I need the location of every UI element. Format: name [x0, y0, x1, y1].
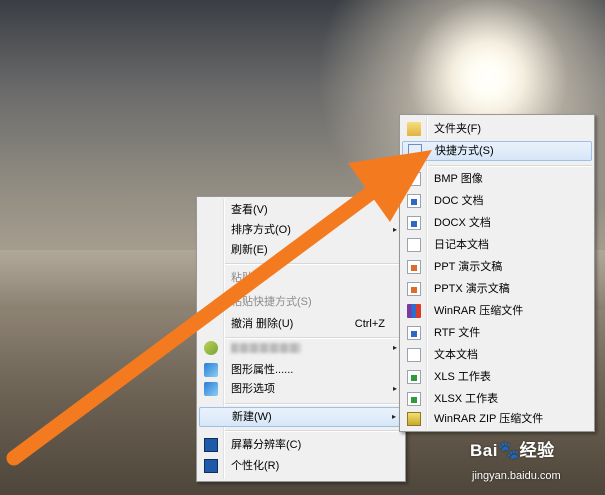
menu-item-sort-by[interactable]: 排序方式(O) ▸ — [199, 220, 403, 240]
menu-item-screen-resolution[interactable]: 屏幕分辨率(C) — [199, 435, 403, 455]
new-item-folder[interactable]: 文件夹(F) — [402, 119, 592, 139]
blurred-label — [231, 343, 301, 353]
baidu-jingyan-watermark: Bai🐾经验 jingyan.baidu.com — [470, 436, 600, 492]
journal-icon — [407, 238, 421, 252]
new-item-winrar[interactable]: WinRAR 压缩文件 — [402, 301, 592, 321]
rtf-icon — [407, 326, 421, 340]
doc-icon — [407, 194, 421, 208]
menu-item-undo-delete[interactable]: 撤消 删除(U) Ctrl+Z — [199, 314, 403, 334]
menu-item-view[interactable]: 查看(V) ▸ — [199, 200, 403, 220]
personalize-icon — [204, 459, 218, 473]
new-item-pptx[interactable]: PPTX 演示文稿 — [402, 279, 592, 299]
menu-item-new[interactable]: 新建(W) ▸ — [199, 407, 403, 427]
shortcut-text: Ctrl+Z — [354, 318, 385, 330]
menu-separator — [428, 165, 592, 167]
new-submenu: 文件夹(F) 快捷方式(S) BMP 图像 DOC 文档 DOCX 文档 日记本… — [399, 114, 595, 432]
bmp-icon — [407, 172, 421, 186]
graphics-properties-icon — [204, 363, 218, 377]
new-item-text[interactable]: 文本文档 — [402, 345, 592, 365]
pptx-icon — [407, 282, 421, 296]
new-item-doc[interactable]: DOC 文档 — [402, 191, 592, 211]
submenu-arrow-icon: ▸ — [392, 225, 397, 234]
new-item-shortcut[interactable]: 快捷方式(S) — [402, 141, 592, 161]
zip-icon — [407, 412, 421, 426]
menu-item-blurred[interactable]: ▸ — [199, 338, 403, 358]
menu-separator — [225, 263, 403, 265]
xlsx-icon — [407, 392, 421, 406]
menu-item-graphics-properties[interactable]: 图形属性...... — [199, 360, 403, 380]
shortcut-icon — [408, 144, 422, 158]
submenu-arrow-icon: ▸ — [392, 384, 397, 393]
menu-item-graphics-options[interactable]: 图形选项 ▸ — [199, 379, 403, 399]
xls-icon — [407, 370, 421, 384]
menu-separator — [225, 403, 403, 405]
txt-icon — [407, 348, 421, 362]
new-item-rtf[interactable]: RTF 文件 — [402, 323, 592, 343]
new-item-journal[interactable]: 日记本文档 — [402, 235, 592, 255]
submenu-arrow-icon: ▸ — [391, 412, 396, 421]
new-item-xls[interactable]: XLS 工作表 — [402, 367, 592, 387]
folder-icon — [407, 122, 421, 136]
new-item-xlsx[interactable]: XLSX 工作表 — [402, 389, 592, 409]
graphics-options-icon — [204, 382, 218, 396]
docx-icon — [407, 216, 421, 230]
menu-item-paste[interactable]: 粘贴 — [199, 268, 403, 288]
menu-separator — [225, 430, 403, 432]
new-item-docx[interactable]: DOCX 文档 — [402, 213, 592, 233]
new-item-ppt[interactable]: PPT 演示文稿 — [402, 257, 592, 277]
new-item-zip[interactable]: WinRAR ZIP 压缩文件 — [402, 409, 592, 429]
ppt-icon — [407, 260, 421, 274]
screen-resolution-icon — [204, 438, 218, 452]
menu-item-personalize[interactable]: 个性化(R) — [199, 456, 403, 476]
graphics-driver-icon — [204, 341, 218, 355]
watermark-logo: Bai🐾经验 — [470, 441, 555, 460]
desktop-context-menu: 查看(V) ▸ 排序方式(O) ▸ 刷新(E) 粘贴 粘贴快捷方式(S) 撤消 … — [196, 196, 406, 482]
submenu-arrow-icon: ▸ — [392, 205, 397, 214]
new-item-bmp[interactable]: BMP 图像 — [402, 169, 592, 189]
submenu-arrow-icon: ▸ — [392, 343, 397, 352]
menu-item-paste-shortcut[interactable]: 粘贴快捷方式(S) — [199, 292, 403, 312]
winrar-icon — [407, 304, 421, 318]
watermark-url: jingyan.baidu.com — [472, 470, 561, 482]
menu-item-refresh[interactable]: 刷新(E) — [199, 240, 403, 260]
